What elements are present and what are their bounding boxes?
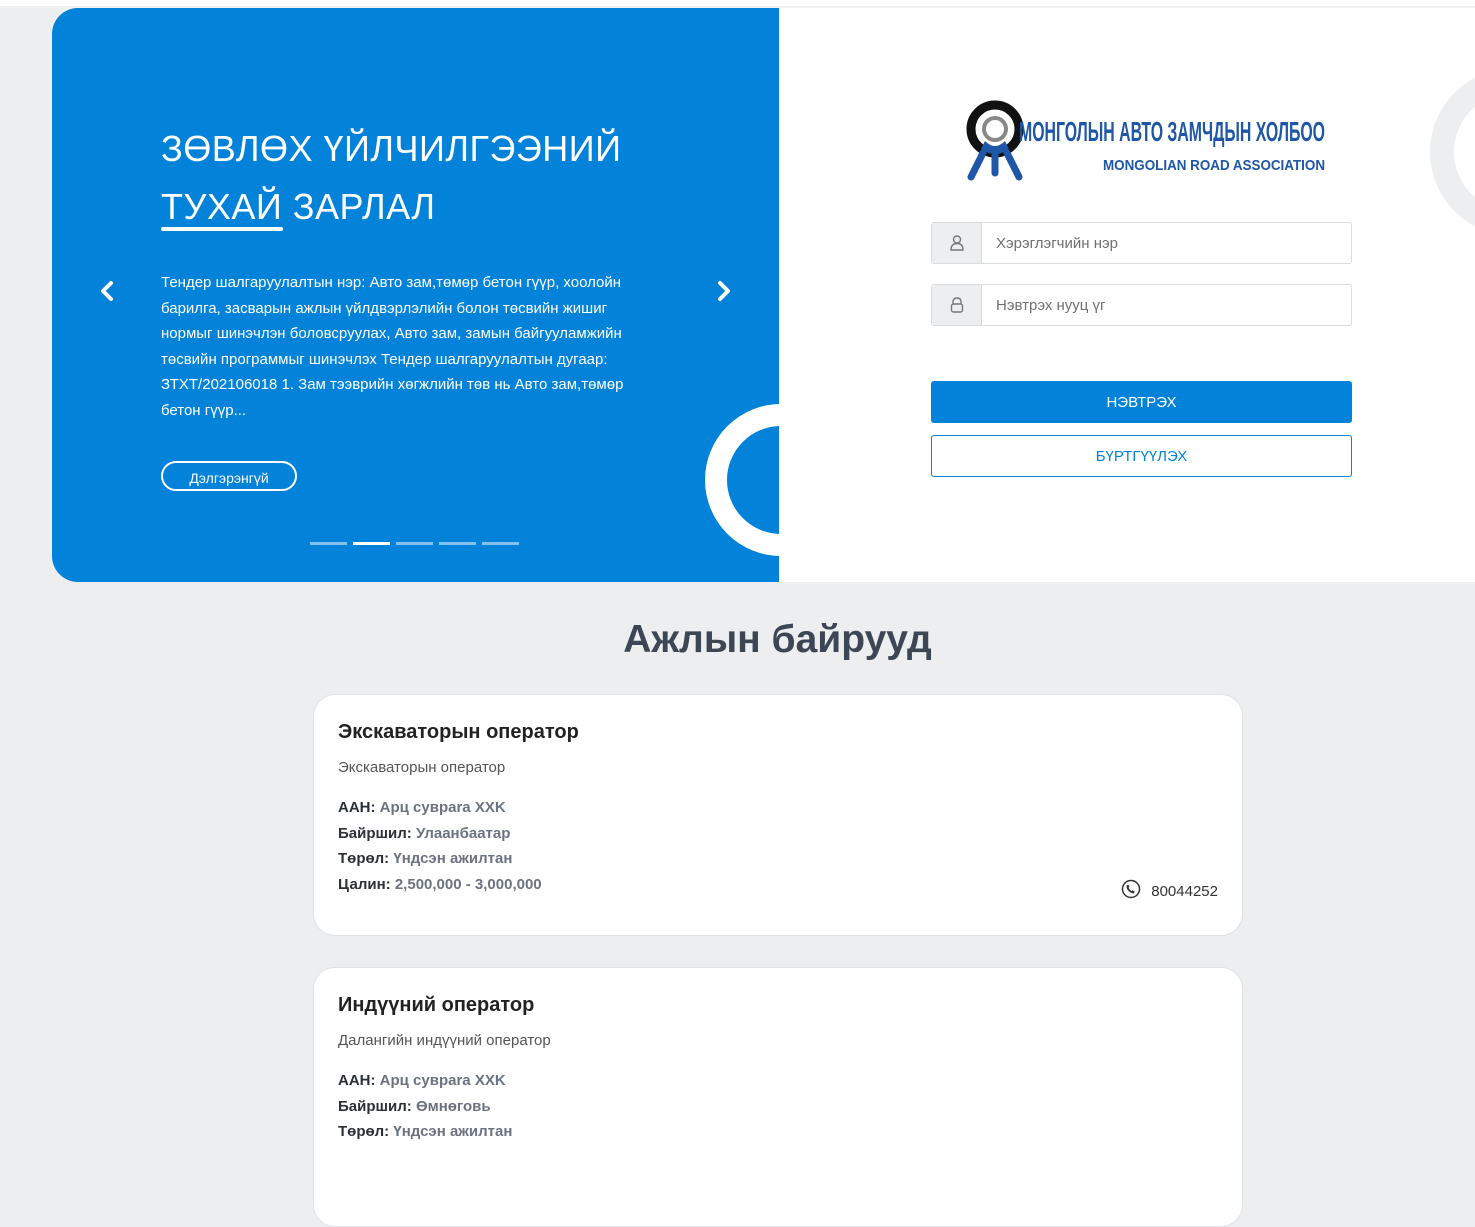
job-subtitle: Экскаваторын оператор (338, 759, 506, 776)
hero-banner: ЗӨВЛӨХ ҮЙЛЧИЛГЭЭНИЙ ТУХАЙ ЗАРЛАЛ Тендер … (52, 8, 1475, 582)
announcement-text: Тендер шалгаруулалтын нэр: Авто зам,төмө… (161, 274, 624, 419)
job-location-row: Байршил: Улаанбаатар (338, 821, 542, 847)
company-value: Арц сувраrа XXK (379, 799, 506, 816)
decorative-ring-right (1430, 68, 1475, 236)
logo-image: МОНГОЛЫН АВТО ЗАМЧДЫН ХОЛБОО MONGOLIAN R… (966, 100, 1325, 181)
job-card[interactable]: Экскаваторын оператор Экскаваторын опера… (313, 694, 1243, 936)
user-icon (932, 223, 982, 263)
announcement-title: ЗӨВЛӨХ ҮЙЛЧИЛГЭЭНИЙ ТУХАЙ ЗАРЛАЛ (161, 120, 622, 236)
job-card[interactable]: Индүүний оператор Далангийн индүүний опе… (313, 967, 1243, 1227)
carousel-next-icon[interactable] (709, 276, 739, 306)
job-salary-row: Цалин: 2,500,000 - 3,000,000 (338, 872, 542, 898)
association-logo: МОНГОЛЫН АВТО ЗАМЧДЫН ХОЛБОО MONGOLIAN R… (957, 93, 1337, 193)
jobs-section-title: Ажлын байрууд (623, 618, 932, 661)
phone-number: 80044252 (1151, 882, 1218, 900)
lock-icon (932, 285, 982, 325)
type-value: Үндсэн ажилтан (393, 1123, 513, 1140)
login-button[interactable]: НЭВТРЭХ (931, 381, 1352, 423)
announcement-title-line1: ЗӨВЛӨХ ҮЙЛЧИЛГЭЭНИЙ (161, 128, 622, 169)
job-type-row: Төрөл: Үндсэн ажилтан (338, 1119, 512, 1145)
location-label: Байршил: (338, 824, 412, 842)
register-button[interactable]: БҮРТГҮҮЛЭХ (931, 435, 1352, 477)
job-company-row: ААН: Арц сувраrа XXK (338, 795, 542, 821)
salary-label: Цалин: (338, 875, 391, 893)
job-subtitle: Далангийн индүүний оператор (338, 1032, 551, 1049)
password-input[interactable] (982, 285, 1351, 325)
job-location-row: Байршил: Өмнөговь (338, 1094, 512, 1120)
company-value: Арц сувраrа XXK (379, 1072, 506, 1089)
location-value: Өмнөговь (415, 1097, 491, 1115)
type-value: Үндсэн ажилтан (393, 850, 513, 867)
carousel-indicator[interactable] (439, 542, 476, 545)
job-title: Индүүний оператор (338, 994, 535, 1016)
carousel-indicator-active[interactable] (353, 542, 390, 545)
type-label: Төрөл: (338, 850, 390, 867)
job-company-row: ААН: Арц сувраrа XXK (338, 1068, 512, 1094)
job-details: ААН: Арц сувраrа XXK Байршил: Өмнөговь Т… (338, 1068, 512, 1145)
job-phone[interactable]: 80044252 (1121, 879, 1218, 903)
announcement-carousel: ЗӨВЛӨХ ҮЙЛЧИЛГЭЭНИЙ ТУХАЙ ЗАРЛАЛ Тендер … (52, 8, 779, 582)
job-title: Экскаваторын оператор (338, 721, 579, 743)
more-details-button[interactable]: Дэлгэрэнгүй (161, 461, 297, 491)
username-input[interactable] (982, 223, 1351, 263)
username-field (931, 222, 1352, 264)
salary-value: 2,500,000 - 3,000,000 (394, 875, 542, 893)
password-field (931, 284, 1352, 326)
job-details: ААН: Арц сувраrа XXK Байршил: Улаанбаата… (338, 795, 542, 897)
carousel-indicator[interactable] (482, 542, 519, 545)
type-label: Төрөл: (338, 1123, 390, 1140)
logo-name-mn: МОНГОЛЫН АВТО ЗАМЧДЫН ХОЛБОО (1019, 116, 1325, 147)
top-strip (0, 0, 1475, 6)
logo-name-en: MONGOLIAN ROAD ASSOCIATION (1103, 157, 1325, 174)
company-label: ААН: (338, 1072, 376, 1089)
job-type-row: Төрөл: Үндсэн ажилтан (338, 846, 542, 872)
carousel-prev-icon[interactable] (92, 276, 122, 306)
carousel-indicator[interactable] (310, 542, 347, 545)
location-value: Улаанбаатар (415, 824, 511, 842)
location-label: Байршил: (338, 1097, 412, 1115)
title-underline (161, 227, 283, 231)
phone-icon (1121, 879, 1141, 903)
decorative-ring (705, 404, 779, 556)
carousel-indicator[interactable] (396, 542, 433, 545)
company-label: ААН: (338, 799, 376, 816)
carousel-indicators (310, 542, 519, 545)
